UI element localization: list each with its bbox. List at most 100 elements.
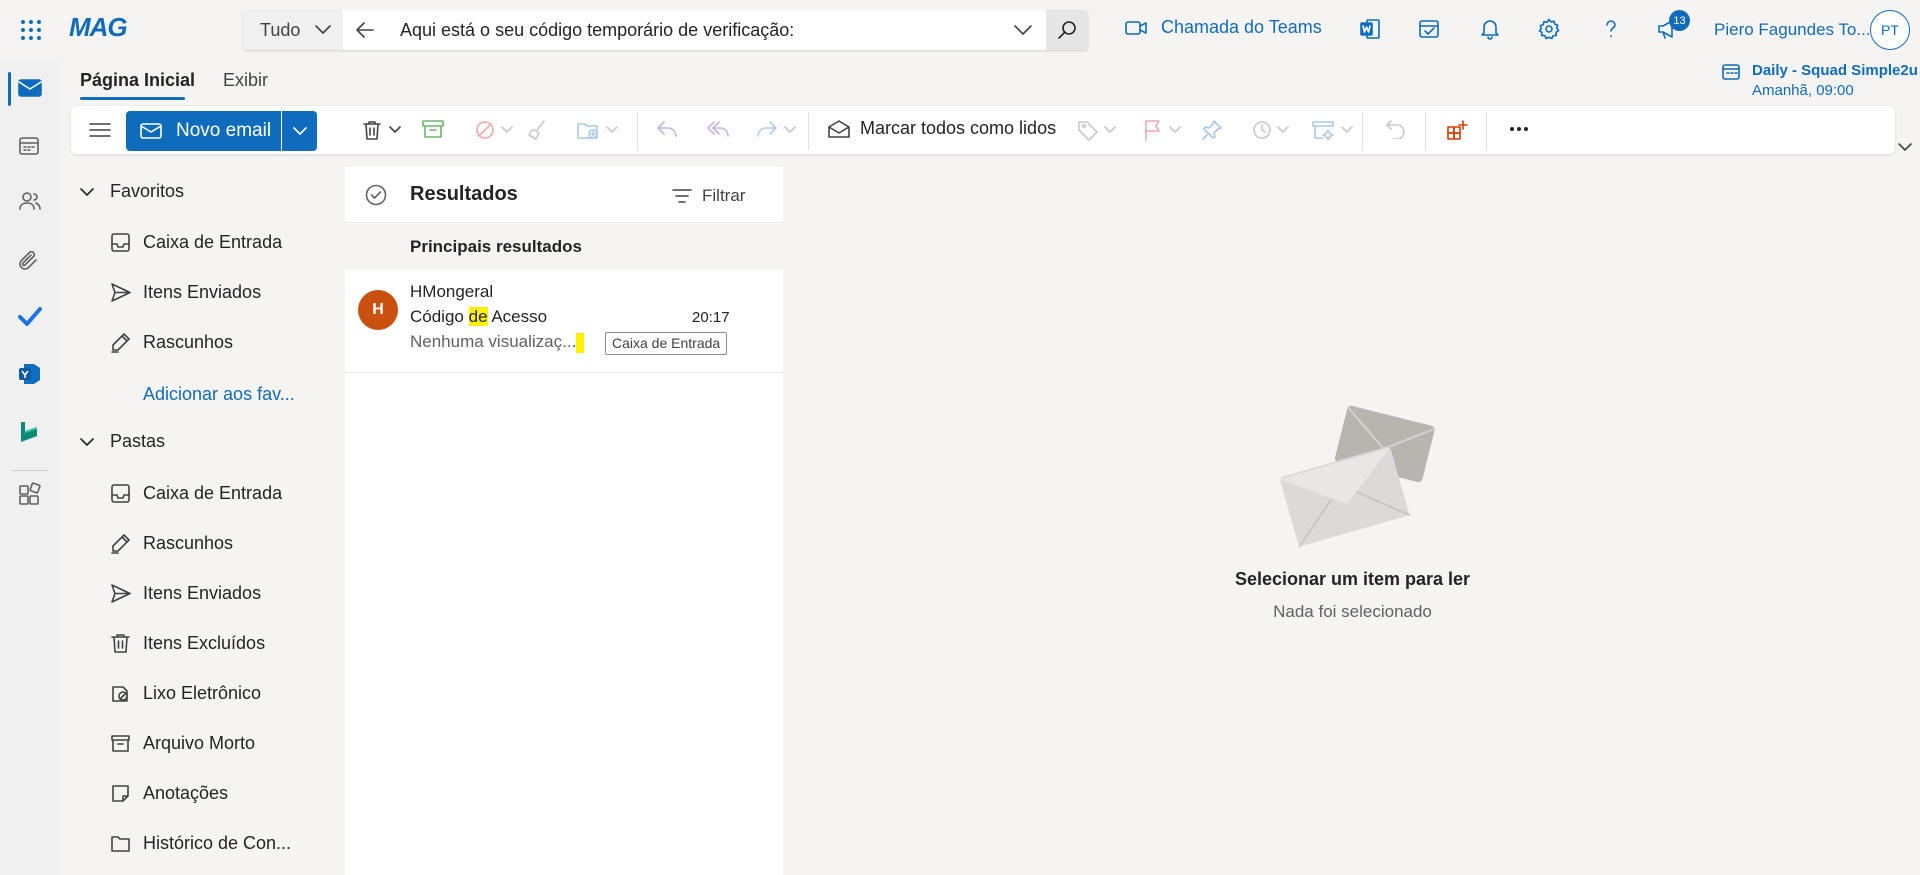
sweep-icon[interactable] <box>526 119 548 141</box>
yammer-icon[interactable] <box>18 362 42 386</box>
message-subject: Código de Acesso <box>410 307 547 327</box>
inbox-icon <box>111 484 130 503</box>
people-icon[interactable] <box>18 190 42 212</box>
folder-conversation-history[interactable]: Histórico de Con... <box>110 833 291 854</box>
folder-label: Lixo Eletrônico <box>143 683 262 703</box>
move-options-chevron-icon[interactable] <box>606 126 618 134</box>
calendar-check-icon[interactable] <box>1418 18 1440 40</box>
mark-all-read-button[interactable]: Marcar todos como lidos <box>828 118 1056 139</box>
hamburger-menu-icon[interactable] <box>89 121 111 139</box>
toolbar-separator <box>637 112 638 150</box>
mail-icon[interactable] <box>18 78 42 98</box>
back-arrow-icon[interactable] <box>355 21 375 39</box>
teams-call-button[interactable]: Chamada do Teams <box>1125 17 1322 38</box>
folder-drafts[interactable]: Rascunhos <box>110 533 233 554</box>
toolbar-separator <box>808 112 809 150</box>
upcoming-meeting-time: Amanhã, 09:00 <box>1752 82 1854 99</box>
move-to-icon[interactable] <box>576 119 600 141</box>
filter-button[interactable]: Filtrar <box>672 186 745 206</box>
block-icon[interactable] <box>474 119 496 141</box>
junk-icon <box>112 686 128 702</box>
folder-label: Histórico de Con... <box>143 833 292 853</box>
apps-icon[interactable] <box>18 482 42 506</box>
pin-icon[interactable] <box>1201 119 1223 141</box>
open-envelope-icon <box>828 119 850 138</box>
delete-options-chevron-icon[interactable] <box>389 126 401 134</box>
new-email-button[interactable]: Novo email <box>126 111 281 151</box>
folders-label: Pastas <box>110 431 166 451</box>
flag-options-chevron-icon[interactable] <box>1169 126 1181 134</box>
sender-avatar: H <box>358 290 398 330</box>
rail-divider <box>12 470 48 471</box>
reply-all-icon[interactable] <box>706 119 730 137</box>
calendar-icon[interactable] <box>18 135 40 157</box>
tab-home[interactable]: Página Inicial <box>80 70 195 91</box>
chevron-down-icon <box>80 187 94 196</box>
gear-icon[interactable] <box>1538 18 1560 40</box>
search-input[interactable]: Aqui está o seu código temporário de ver… <box>400 20 794 41</box>
folder-label: Anotações <box>143 783 229 803</box>
snooze-options-chevron-icon[interactable] <box>1277 126 1289 134</box>
user-name[interactable]: Piero Fagundes To... <box>1714 20 1871 40</box>
help-icon[interactable] <box>1600 18 1622 40</box>
delete-icon[interactable] <box>361 119 383 141</box>
select-all-check-icon[interactable] <box>365 184 387 206</box>
tab-view[interactable]: Exibir <box>223 70 268 91</box>
undo-icon[interactable] <box>1385 119 1407 139</box>
folder-archive[interactable]: Arquivo Morto <box>110 733 255 754</box>
favorites-header[interactable]: Favoritos <box>80 181 184 202</box>
tag-icon[interactable] <box>1077 119 1099 141</box>
notification-badge: 13 <box>1669 10 1690 31</box>
user-avatar[interactable]: PT <box>1870 10 1910 50</box>
top-results-section-header: Principais resultados <box>345 224 783 270</box>
search-highlight: de <box>468 307 488 326</box>
folder-deleted[interactable]: Itens Excluídos <box>110 633 265 654</box>
respond-options-chevron-icon[interactable] <box>784 126 796 134</box>
more-options-icon[interactable] <box>1508 126 1530 132</box>
tag-options-chevron-icon[interactable] <box>1104 126 1116 134</box>
search-button[interactable] <box>1046 10 1088 50</box>
folder-label: Itens Enviados <box>143 282 262 302</box>
folders-header[interactable]: Pastas <box>80 431 165 452</box>
bell-icon[interactable] <box>1479 18 1501 40</box>
folder-inbox[interactable]: Caixa de Entrada <box>110 483 282 504</box>
word-icon[interactable] <box>1359 18 1381 40</box>
note-icon <box>112 785 129 802</box>
subject-text: Acesso <box>487 307 548 326</box>
favorite-drafts[interactable]: Rascunhos <box>110 332 233 353</box>
search-options-chevron-icon[interactable] <box>1013 22 1033 38</box>
rail-active-indicator <box>8 72 11 106</box>
add-ins-icon[interactable] <box>1446 119 1468 141</box>
folder-icon <box>111 836 130 852</box>
search-box: Tudo Aqui está o seu código temporário d… <box>243 10 1088 50</box>
bookings-icon[interactable] <box>18 420 40 444</box>
folder-junk[interactable]: Lixo Eletrônico <box>110 683 261 704</box>
add-to-favorites-link[interactable]: Adicionar aos fav... <box>143 384 295 405</box>
search-scope-dropdown[interactable]: Tudo <box>243 10 343 50</box>
folder-tag[interactable]: Caixa de Entrada <box>605 332 728 355</box>
rules-options-chevron-icon[interactable] <box>1341 126 1353 134</box>
pencil-icon <box>111 534 130 554</box>
app-launcher-icon[interactable] <box>20 19 42 41</box>
block-options-chevron-icon[interactable] <box>501 126 513 134</box>
favorite-inbox[interactable]: Caixa de Entrada <box>110 232 282 253</box>
new-email-dropdown-button[interactable] <box>282 111 317 151</box>
favorite-sent[interactable]: Itens Enviados <box>110 282 261 303</box>
brand-logo[interactable]: MAG <box>69 12 128 43</box>
rules-icon[interactable] <box>1311 119 1335 141</box>
collapse-ribbon-chevron-icon[interactable] <box>1898 142 1912 152</box>
message-row[interactable]: H HMongeral Código de Acesso 20:17 Nenhu… <box>345 270 783 373</box>
upcoming-meeting-title[interactable]: Daily - Squad Simple2u <box>1752 62 1918 79</box>
todo-check-icon[interactable] <box>18 305 42 327</box>
message-list: Resultados Filtrar Principais resultados… <box>345 167 783 875</box>
archive-icon[interactable] <box>422 119 444 139</box>
folder-notes[interactable]: Anotações <box>110 783 228 804</box>
forward-icon[interactable] <box>756 119 778 137</box>
reply-icon[interactable] <box>656 119 678 137</box>
folder-sent[interactable]: Itens Enviados <box>110 583 261 604</box>
snooze-clock-icon[interactable] <box>1251 119 1273 141</box>
filter-label: Filtrar <box>702 186 746 205</box>
flag-icon[interactable] <box>1143 119 1163 141</box>
paperclip-icon[interactable] <box>18 250 40 272</box>
folder-label: Arquivo Morto <box>143 733 256 753</box>
